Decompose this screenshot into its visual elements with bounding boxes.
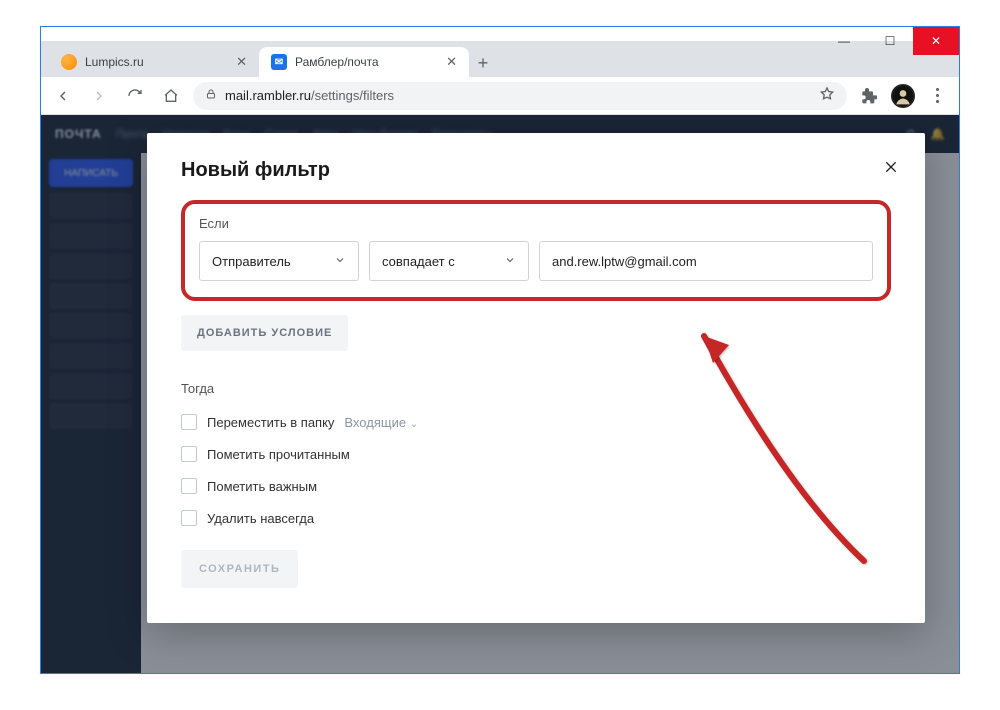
checkbox[interactable]: [181, 478, 197, 494]
condition-row: Отправитель совпадает с and.rew.lptw@gma…: [199, 241, 873, 281]
action-label: Переместить в папку: [207, 415, 334, 430]
tab-close-icon[interactable]: ✕: [236, 54, 247, 70]
modal-title: Новый фильтр: [181, 159, 891, 182]
checkbox[interactable]: [181, 510, 197, 526]
section-if-label: Если: [199, 216, 873, 231]
filter-modal: Новый фильтр Если Отправитель совпадает …: [147, 133, 925, 623]
chevron-down-icon: ⌄: [410, 419, 418, 430]
nav-home[interactable]: [157, 82, 185, 110]
select-value: совпадает с: [382, 254, 455, 269]
extensions-icon[interactable]: [855, 82, 883, 110]
condition-highlight: Если Отправитель совпадает с and.rew.lpt…: [181, 200, 891, 301]
address-bar[interactable]: mail.rambler.ru/settings/filters: [193, 82, 847, 110]
action-mark-read[interactable]: Пометить прочитанным: [181, 438, 891, 470]
chevron-down-icon: [334, 254, 346, 269]
window-controls: — ☐ ✕: [821, 27, 959, 55]
tab-title: Рамблер/почта: [295, 55, 438, 69]
profile-avatar[interactable]: [891, 84, 915, 108]
action-label: Пометить прочитанным: [207, 447, 350, 462]
section-then-label: Тогда: [181, 381, 891, 396]
favicon-rambler: ✉: [271, 54, 287, 70]
input-value: and.rew.lptw@gmail.com: [552, 254, 697, 269]
tab-rambler[interactable]: ✉ Рамблер/почта ✕: [259, 47, 469, 77]
then-section: Тогда Переместить в папку Входящие ⌄ Пом…: [181, 381, 891, 534]
nav-back[interactable]: [49, 82, 77, 110]
action-move[interactable]: Переместить в папку Входящие ⌄: [181, 406, 891, 438]
new-tab-button[interactable]: +: [469, 49, 497, 77]
window-minimize[interactable]: —: [821, 27, 867, 55]
action-label: Удалить навсегда: [207, 511, 314, 526]
tab-title: Lumpics.ru: [85, 55, 228, 69]
tab-lumpics[interactable]: Lumpics.ru ✕: [49, 47, 259, 77]
chevron-down-icon: [504, 254, 516, 269]
checkbox[interactable]: [181, 414, 197, 430]
window-maximize[interactable]: ☐: [867, 27, 913, 55]
move-folder-select[interactable]: Входящие ⌄: [344, 415, 418, 430]
condition-value-input[interactable]: and.rew.lptw@gmail.com: [539, 241, 873, 281]
bookmark-icon[interactable]: [819, 86, 835, 105]
page-content: ПОЧТА Почта Новости Кино Спорт Авто Шоу-…: [41, 115, 959, 673]
nav-reload[interactable]: [121, 82, 149, 110]
window-close[interactable]: ✕: [913, 27, 959, 55]
action-label: Пометить важным: [207, 479, 317, 494]
action-delete[interactable]: Удалить навсегда: [181, 502, 891, 534]
browser-toolbar: mail.rambler.ru/settings/filters: [41, 77, 959, 115]
modal-close[interactable]: [883, 159, 899, 180]
url-text: mail.rambler.ru/settings/filters: [225, 88, 394, 103]
condition-field-select[interactable]: Отправитель: [199, 241, 359, 281]
lock-icon: [205, 88, 217, 103]
checkbox[interactable]: [181, 446, 197, 462]
save-button[interactable]: СОХРАНИТЬ: [181, 550, 298, 588]
select-value: Отправитель: [212, 254, 291, 269]
add-condition-button[interactable]: ДОБАВИТЬ УСЛОВИЕ: [181, 315, 348, 351]
tab-close-icon[interactable]: ✕: [446, 54, 457, 70]
action-mark-important[interactable]: Пометить важным: [181, 470, 891, 502]
browser-menu[interactable]: [923, 82, 951, 110]
nav-forward: [85, 82, 113, 110]
favicon-lumpics: [61, 54, 77, 70]
browser-window: — ☐ ✕ Lumpics.ru ✕ ✉ Рамблер/почта ✕ +: [40, 26, 960, 674]
condition-operator-select[interactable]: совпадает с: [369, 241, 529, 281]
